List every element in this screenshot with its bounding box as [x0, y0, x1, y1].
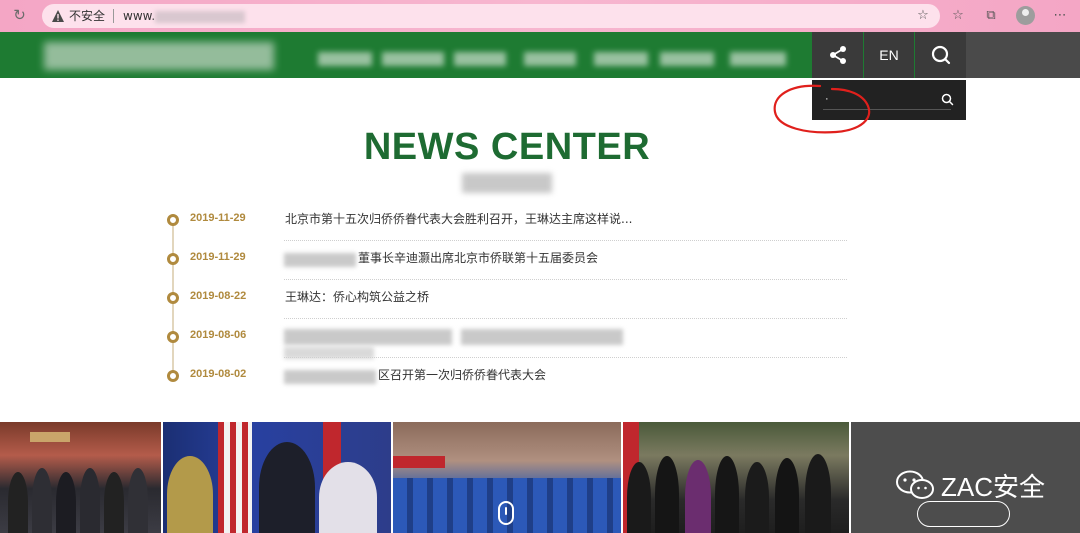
scroll-down-indicator[interactable]	[498, 501, 514, 525]
person-silhouette	[8, 472, 28, 533]
url-redacted	[155, 11, 245, 23]
nav-item-redacted[interactable]	[730, 52, 786, 66]
person-silhouette	[32, 468, 52, 533]
person-silhouette	[56, 472, 76, 533]
favorite-star-icon[interactable]: ☆	[915, 8, 931, 24]
person-silhouette	[80, 468, 100, 533]
nav-item-redacted[interactable]	[318, 52, 372, 66]
news-list-item[interactable]: 2019-11-29 北京市第十五次归侨侨眷代表大会胜利召开，王琳达主席这样说.…	[164, 212, 848, 253]
news-center-title: NEWS CENTER	[363, 126, 651, 168]
security-status-label[interactable]: 不安全	[69, 8, 105, 24]
share-button[interactable]	[812, 32, 863, 78]
banner-sign	[30, 432, 70, 442]
nav-item-redacted[interactable]	[524, 52, 576, 66]
share-icon	[829, 46, 846, 64]
watermark-text: ZAC安全	[941, 471, 1046, 502]
nav-item-redacted[interactable]	[594, 52, 648, 66]
more-menu-icon[interactable]: ⋯	[1052, 8, 1068, 24]
news-title-link[interactable]: 区召开第一次归侨侨眷代表大会	[378, 366, 546, 383]
favorites-list-icon[interactable]: ☆	[950, 8, 966, 24]
flag-stripes	[218, 422, 252, 533]
header-right-strip	[966, 32, 1080, 78]
news-list-item[interactable]: 2019-11-29 董事长辛迪灏出席北京市侨联第十五届委员会	[164, 251, 848, 292]
nav-item-redacted[interactable]	[454, 52, 506, 66]
person-silhouette	[655, 456, 679, 533]
red-banner	[393, 456, 445, 468]
news-separator	[284, 357, 847, 358]
site-logo-redacted[interactable]	[44, 42, 274, 70]
person-silhouette	[775, 458, 799, 533]
news-title-link[interactable]: 董事长辛迪灏出席北京市侨联第十五届委员会	[358, 249, 598, 266]
profile-avatar[interactable]	[1016, 6, 1035, 25]
language-toggle-button[interactable]: EN	[864, 32, 914, 78]
news-subtitle-redacted	[462, 173, 552, 193]
person-silhouette	[745, 462, 769, 533]
gallery-photo[interactable]	[623, 422, 849, 533]
search-toggle-button[interactable]	[915, 32, 966, 78]
person-silhouette	[715, 456, 739, 533]
news-date: 2019-08-02	[190, 368, 247, 380]
news-date: 2019-11-29	[190, 212, 246, 224]
address-divider	[113, 9, 114, 23]
person-silhouette	[167, 456, 213, 533]
search-icon	[931, 45, 950, 65]
timeline-dot	[167, 292, 179, 304]
person-silhouette	[685, 460, 711, 533]
news-date: 2019-08-06	[190, 329, 247, 341]
person-silhouette	[128, 468, 148, 533]
news-date: 2019-08-22	[190, 290, 247, 302]
timeline-dot	[167, 253, 179, 265]
news-title-redacted	[461, 329, 623, 345]
news-title-link[interactable]: 王琳达：侨心构筑公益之桥	[285, 288, 429, 305]
search-submit-icon[interactable]	[941, 93, 954, 106]
news-list-item[interactable]: 2019-08-22 王琳达：侨心构筑公益之桥	[164, 290, 848, 331]
timeline-dot	[167, 370, 179, 382]
news-separator	[284, 318, 847, 319]
warning-icon	[52, 10, 64, 22]
reload-icon[interactable]: ↻	[11, 7, 28, 24]
gallery-photo[interactable]	[163, 422, 391, 533]
collections-icon[interactable]: ⧉	[983, 8, 999, 24]
person-silhouette	[259, 442, 315, 533]
person-silhouette	[805, 454, 831, 533]
nav-item-redacted[interactable]	[382, 52, 444, 66]
news-title-redacted	[284, 370, 376, 384]
person-silhouette	[627, 462, 651, 533]
person-silhouette	[104, 472, 124, 533]
wechat-icon	[896, 470, 934, 499]
url-text[interactable]: www.	[123, 8, 155, 24]
nav-item-redacted[interactable]	[660, 52, 714, 66]
gallery-photo[interactable]	[0, 422, 161, 533]
wechat-watermark: ZAC安全	[895, 468, 1045, 502]
news-title-redacted	[284, 253, 356, 267]
person-silhouette	[319, 462, 377, 533]
timeline-dot	[167, 214, 179, 226]
timeline-dot	[167, 331, 179, 343]
gallery-more-button[interactable]	[917, 501, 1010, 527]
news-separator	[284, 279, 847, 280]
news-date: 2019-11-29	[190, 251, 246, 263]
news-title-redacted	[284, 329, 452, 345]
news-separator	[284, 240, 847, 241]
news-list-item[interactable]: 2019-08-02 区召开第一次归侨侨眷代表大会	[164, 368, 848, 409]
news-title-link[interactable]: 北京市第十五次归侨侨眷代表大会胜利召开，王琳达主席这样说...	[285, 210, 632, 227]
news-list-item[interactable]: 2019-08-06	[164, 329, 848, 370]
